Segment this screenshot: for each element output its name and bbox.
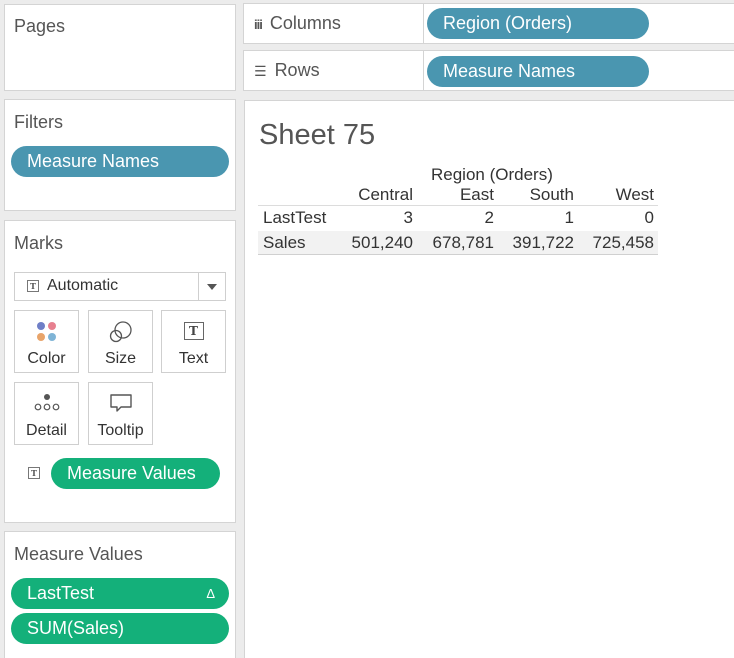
sum-sales-pill[interactable]: SUM(Sales) bbox=[11, 613, 229, 644]
header-divider bbox=[258, 205, 658, 206]
table-cell: 391,722 bbox=[512, 233, 574, 252]
shelf-divider bbox=[423, 51, 424, 90]
measure-values-panel: Measure Values LastTest Δ SUM(Sales) bbox=[4, 531, 236, 658]
size-label: Size bbox=[104, 350, 137, 367]
region-orders-pill[interactable]: Region (Orders) bbox=[427, 8, 649, 39]
table-cell: 725,458 bbox=[592, 233, 654, 252]
measure-names-filter-pill[interactable]: Measure Names bbox=[11, 146, 229, 177]
size-button[interactable]: Size bbox=[88, 310, 153, 373]
column-header-east: East bbox=[459, 185, 494, 204]
rows-label-text: Rows bbox=[274, 60, 320, 80]
table-cell: 501,240 bbox=[351, 233, 413, 252]
pages-title: Pages bbox=[14, 16, 66, 36]
size-icon bbox=[109, 321, 132, 343]
tooltip-label: Tooltip bbox=[97, 422, 144, 439]
row-header-sales: Sales bbox=[263, 233, 306, 252]
shelf-divider bbox=[423, 4, 424, 43]
filters-panel: Filters Measure Names bbox=[4, 99, 236, 211]
detail-icon bbox=[34, 394, 59, 411]
dropdown-separator bbox=[198, 273, 199, 300]
pages-panel: Pages bbox=[4, 4, 236, 91]
table-cell: 3 bbox=[403, 208, 413, 227]
lasttest-pill[interactable]: LastTest Δ bbox=[11, 578, 229, 609]
sheet-title: Sheet 75 bbox=[259, 119, 376, 151]
text-label: Text bbox=[178, 350, 209, 367]
lasttest-pill-label: LastTest bbox=[27, 583, 95, 603]
detail-label: Detail bbox=[26, 422, 67, 439]
worksheet-view: Sheet 75 Region (Orders) Central East So… bbox=[244, 100, 734, 658]
row-header-lasttest: LastTest bbox=[263, 208, 327, 227]
measure-values-title: Measure Values bbox=[14, 544, 143, 564]
mark-type-dropdown[interactable]: T Automatic bbox=[14, 272, 226, 301]
color-button[interactable]: Color bbox=[14, 310, 79, 373]
tooltip-button[interactable]: Tooltip bbox=[88, 382, 153, 445]
column-header-central: Central bbox=[358, 185, 413, 204]
delta-icon: Δ bbox=[206, 586, 215, 601]
detail-button[interactable]: Detail bbox=[14, 382, 79, 445]
tooltip-icon bbox=[109, 394, 132, 412]
mark-type-value: Automatic bbox=[47, 277, 119, 294]
color-icon bbox=[36, 322, 56, 341]
columns-icon: iii bbox=[254, 17, 263, 32]
rows-icon: ☰ bbox=[254, 63, 267, 79]
columns-shelf[interactable]: iii Columns Region (Orders) bbox=[243, 3, 734, 44]
rows-shelf[interactable]: ☰ Rows Measure Names bbox=[243, 50, 734, 91]
column-header-south: South bbox=[529, 185, 574, 204]
columns-shelf-label: iii Columns bbox=[254, 13, 341, 34]
columns-label-text: Columns bbox=[269, 13, 341, 33]
text-icon: T bbox=[183, 322, 204, 340]
chevron-down-icon bbox=[207, 284, 217, 290]
text-button[interactable]: T Text bbox=[161, 310, 226, 373]
table-cell: 678,781 bbox=[432, 233, 494, 252]
filters-title: Filters bbox=[14, 112, 63, 132]
text-encoding-icon: T bbox=[28, 467, 40, 479]
text-mark-icon: T bbox=[27, 280, 39, 292]
table-cell: 2 bbox=[484, 208, 494, 227]
region-column-header: Region (Orders) bbox=[431, 165, 553, 184]
rows-shelf-label: ☰ Rows bbox=[254, 60, 320, 81]
column-header-west: West bbox=[615, 185, 654, 204]
measure-names-rows-pill[interactable]: Measure Names bbox=[427, 56, 649, 87]
table-cell: 0 bbox=[644, 208, 654, 227]
color-label: Color bbox=[27, 350, 66, 367]
table-cell: 1 bbox=[564, 208, 574, 227]
marks-title: Marks bbox=[14, 233, 63, 253]
measure-values-mark-pill[interactable]: Measure Values bbox=[51, 458, 220, 489]
